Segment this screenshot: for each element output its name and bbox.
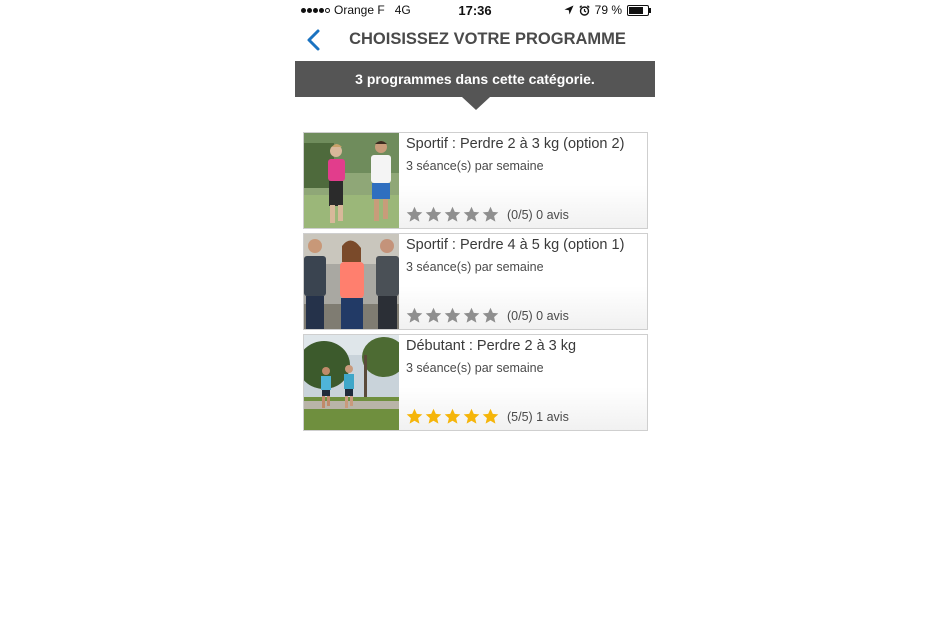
program-title: Sportif : Perdre 2 à 3 kg (option 2) bbox=[406, 136, 625, 152]
star-icon bbox=[482, 408, 499, 424]
status-bar: Orange F 4G 17:36 79 % bbox=[295, 0, 655, 20]
rating-text: (0/5) 0 avis bbox=[507, 207, 569, 222]
page-title: CHOISISSEZ VOTRE PROGRAMME bbox=[349, 30, 626, 48]
program-item[interactable]: Sportif : Perdre 2 à 3 kg (option 2) 3 s… bbox=[303, 132, 648, 229]
star-rating bbox=[406, 307, 499, 324]
program-frequency: 3 séance(s) par semaine bbox=[406, 159, 544, 173]
program-item[interactable]: Débutant : Perdre 2 à 3 kg 3 séance(s) p… bbox=[303, 334, 648, 431]
star-icon bbox=[463, 408, 480, 424]
star-icon bbox=[444, 206, 461, 222]
rating-text: (5/5) 1 avis bbox=[507, 409, 569, 424]
star-icon bbox=[425, 408, 442, 424]
program-frequency: 3 séance(s) par semaine bbox=[406, 260, 544, 274]
star-icon bbox=[463, 206, 480, 222]
program-rating: (0/5) 0 avis bbox=[406, 206, 569, 223]
program-rating: (5/5) 1 avis bbox=[406, 408, 569, 425]
battery-icon bbox=[627, 4, 651, 16]
location-arrow-icon bbox=[564, 5, 574, 15]
program-frequency: 3 séance(s) par semaine bbox=[406, 361, 544, 375]
star-icon bbox=[406, 206, 423, 222]
program-thumbnail bbox=[304, 335, 399, 430]
star-icon bbox=[406, 408, 423, 424]
program-title: Sportif : Perdre 4 à 5 kg (option 1) bbox=[406, 237, 625, 253]
star-icon bbox=[425, 206, 442, 222]
star-icon bbox=[482, 307, 499, 323]
alarm-icon bbox=[578, 4, 590, 16]
program-list: Sportif : Perdre 2 à 3 kg (option 2) 3 s… bbox=[303, 132, 648, 435]
program-thumbnail bbox=[304, 234, 399, 329]
program-rating: (0/5) 0 avis bbox=[406, 307, 569, 324]
star-rating bbox=[406, 206, 499, 223]
star-icon bbox=[444, 408, 461, 424]
program-title: Débutant : Perdre 2 à 3 kg bbox=[406, 338, 577, 354]
star-icon bbox=[444, 307, 461, 323]
rating-text: (0/5) 0 avis bbox=[507, 308, 569, 323]
program-thumbnail bbox=[304, 133, 399, 228]
status-right: 79 % bbox=[564, 3, 651, 17]
star-icon bbox=[406, 307, 423, 323]
star-icon bbox=[463, 307, 480, 323]
star-rating bbox=[406, 408, 499, 425]
star-icon bbox=[482, 206, 499, 222]
app-screen: Orange F 4G 17:36 79 % CHOISISSEZ VOTRE … bbox=[295, 0, 655, 640]
program-item[interactable]: Sportif : Perdre 4 à 5 kg (option 1) 3 s… bbox=[303, 233, 648, 330]
battery-percent: 79 % bbox=[594, 3, 622, 17]
category-count-banner: 3 programmes dans cette catégorie. bbox=[295, 61, 655, 97]
star-icon bbox=[425, 307, 442, 323]
navigation-bar: CHOISISSEZ VOTRE PROGRAMME bbox=[295, 22, 655, 60]
banner-pointer bbox=[462, 97, 490, 110]
